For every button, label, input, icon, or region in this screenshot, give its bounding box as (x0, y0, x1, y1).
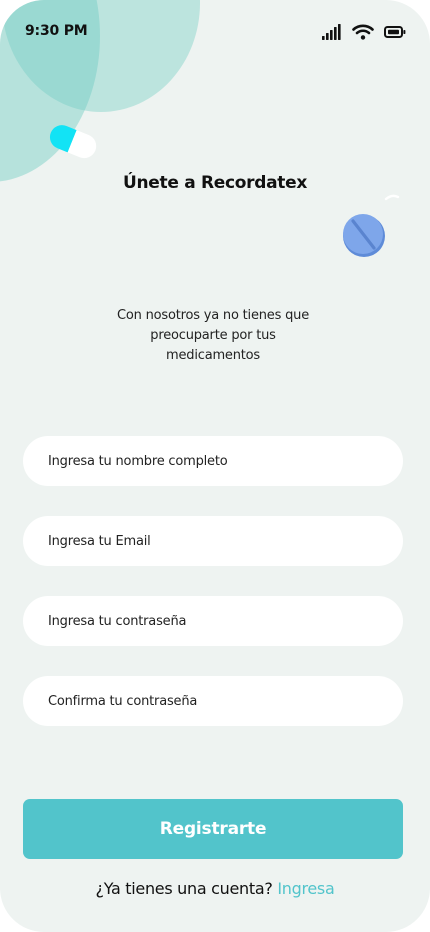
capsule-pill-icon (48, 125, 100, 159)
login-prompt-text: ¿Ya tienes una cuenta? (95, 879, 273, 898)
login-link[interactable]: Ingresa (277, 879, 334, 898)
status-icons (322, 22, 406, 42)
battery-icon (384, 25, 406, 39)
register-button[interactable]: Registrarte (23, 799, 403, 859)
phone-screen: 9:30 PM Únete a Recordatex Con nosotros … (0, 0, 430, 932)
status-time: 9:30 PM (25, 23, 88, 39)
page-title: Únete a Recordatex (122, 173, 308, 193)
intro-text: Con nosotros ya no tienes que preocupart… (117, 308, 309, 363)
email-input[interactable] (23, 516, 403, 566)
status-bar: 9:30 PM (0, 0, 430, 60)
round-tablet-icon (342, 213, 386, 257)
cellular-signal-icon (322, 24, 342, 40)
login-prompt-row: ¿Ya tienes una cuenta? Ingresa (0, 879, 430, 898)
wifi-icon (352, 24, 374, 40)
confirm-password-input[interactable] (23, 676, 403, 726)
password-input[interactable] (23, 596, 403, 646)
full-name-input[interactable] (23, 436, 403, 486)
